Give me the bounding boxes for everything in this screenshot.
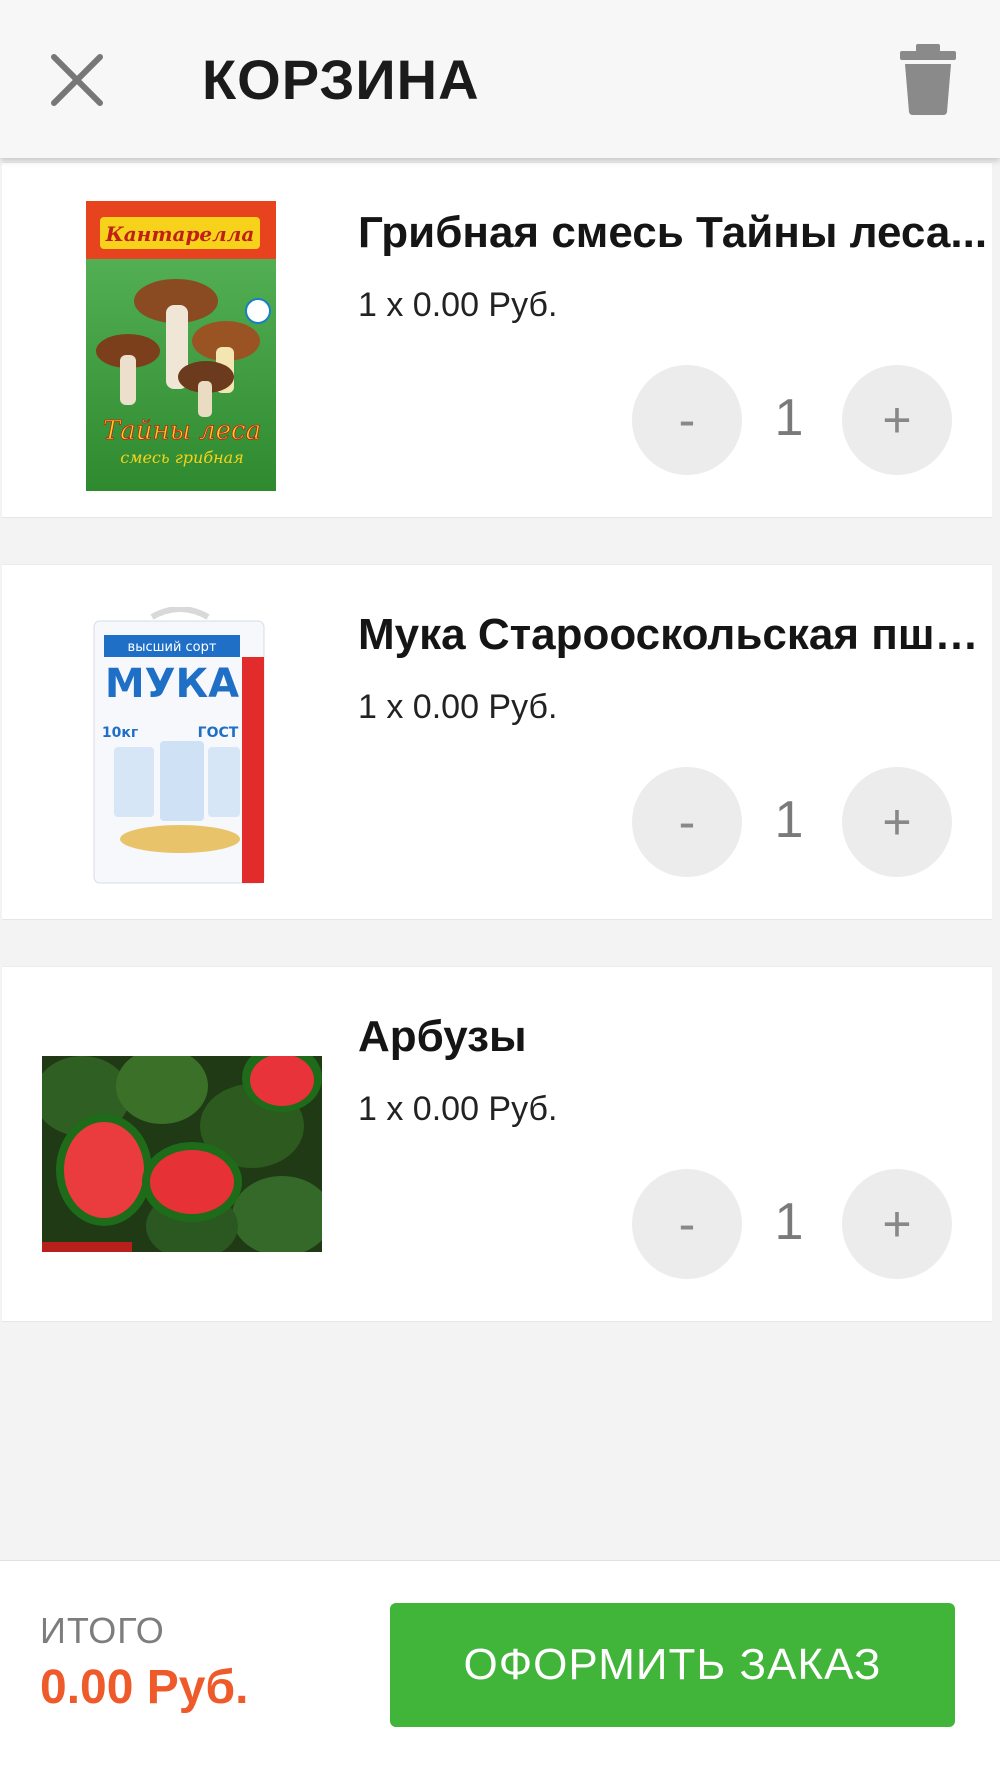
product-image-mushrooms: Кантарелла Тайны леса смесь грибная bbox=[86, 201, 276, 491]
cart-footer: ИТОГО 0.00 Руб. ОФОРМИТЬ ЗАКАЗ bbox=[0, 1560, 1000, 1778]
item-name: Грибная смесь Тайны леса... bbox=[358, 208, 988, 257]
brand-label: Кантарелла bbox=[105, 222, 255, 246]
increase-quantity-button[interactable]: + bbox=[842, 1169, 952, 1279]
total-label: ИТОГО bbox=[40, 1610, 165, 1651]
item-price: 1 x 0.00 Руб. bbox=[358, 688, 558, 726]
cart-item: высший сорт МУКА 10кг ГОСТ Мука Старооск… bbox=[2, 564, 992, 920]
product-title-label: Тайны леса bbox=[103, 416, 261, 446]
increase-quantity-button[interactable]: + bbox=[842, 767, 952, 877]
trash-icon bbox=[900, 44, 956, 115]
flour-weight-label: 10кг bbox=[102, 725, 138, 741]
product-image-flour: высший сорт МУКА 10кг ГОСТ bbox=[90, 607, 270, 885]
product-image-watermelons bbox=[42, 1056, 322, 1252]
cart-screen: КОРЗИНА Кантарелла Тайны леса смесь гриб… bbox=[0, 0, 1000, 1778]
close-icon bbox=[51, 54, 103, 106]
decrease-quantity-button[interactable]: - bbox=[632, 767, 742, 877]
page-title: КОРЗИНА bbox=[202, 48, 480, 111]
total-value: 0.00 Руб. bbox=[40, 1661, 249, 1714]
clear-cart-button[interactable] bbox=[898, 42, 958, 116]
item-price: 1 x 0.00 Руб. bbox=[358, 286, 558, 324]
flour-top-label: высший сорт bbox=[128, 640, 217, 655]
cart-item: Кантарелла Тайны леса смесь грибная Гриб… bbox=[2, 162, 992, 518]
quantity-value: 1 bbox=[774, 389, 804, 447]
item-name: Арбузы bbox=[358, 1012, 527, 1061]
decrease-quantity-button[interactable]: - bbox=[632, 365, 742, 475]
flour-standard-label: ГОСТ bbox=[198, 725, 239, 741]
item-name: Мука Старооскольская пше... bbox=[358, 610, 988, 659]
checkout-button[interactable]: ОФОРМИТЬ ЗАКАЗ bbox=[390, 1603, 955, 1727]
cart-item: Арбузы 1 x 0.00 Руб. - 1 + bbox=[2, 966, 992, 1322]
flour-title-label: МУКА bbox=[105, 661, 239, 707]
top-app-bar: КОРЗИНА bbox=[0, 0, 1000, 158]
item-price: 1 x 0.00 Руб. bbox=[358, 1090, 558, 1128]
quantity-value: 1 bbox=[774, 1193, 804, 1251]
close-button[interactable] bbox=[44, 47, 110, 113]
quantity-value: 1 bbox=[774, 791, 804, 849]
product-subtitle-label: смесь грибная bbox=[120, 448, 244, 467]
decrease-quantity-button[interactable]: - bbox=[632, 1169, 742, 1279]
increase-quantity-button[interactable]: + bbox=[842, 365, 952, 475]
